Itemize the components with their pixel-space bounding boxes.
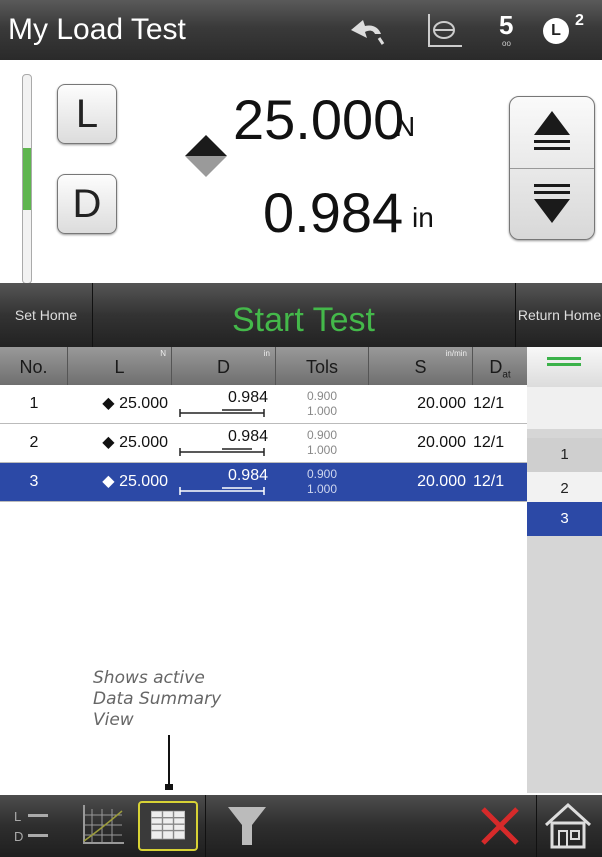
column-header-no[interactable]: No. [0, 347, 68, 385]
set-home-button[interactable]: Set Home [0, 283, 93, 347]
column-header-date[interactable]: Dat [473, 347, 527, 385]
table-row-selected[interactable]: 3 ◆ 25.000 0.984 0.900 1.000 20.000 12/1 [0, 463, 527, 502]
start-test-button[interactable]: Start Test [92, 283, 515, 347]
action-bar: Set Home Start Test Return Home [0, 283, 602, 347]
index-menu-button[interactable] [527, 347, 602, 387]
load-direction-icon: ◆ [102, 395, 115, 412]
tolerance-marker-icon [179, 409, 265, 417]
displacement-channel-button[interactable]: D [57, 174, 117, 234]
filter-icon[interactable] [222, 801, 272, 851]
bottom-toolbar: L D [0, 795, 602, 857]
load-direction-icon: ◆ [102, 473, 115, 490]
tolerance-marker-icon [179, 448, 265, 456]
index-item-selected[interactable]: 3 [527, 502, 602, 536]
ld-view-icon[interactable]: L D [10, 801, 66, 851]
title-bar: My Load Test 5 oo L 2 [0, 0, 602, 60]
jog-control [509, 96, 595, 240]
column-header-tols[interactable]: Tols [276, 347, 369, 385]
callout-pointer [165, 784, 173, 790]
load-unit: N [395, 111, 416, 142]
readout-panel: L D 25.000 N 0.984 in [0, 60, 602, 284]
speed-icon[interactable]: 5 oo [497, 10, 519, 48]
menu-icon [547, 357, 581, 369]
load-value: 25.000 [233, 88, 405, 151]
load-channel-button[interactable]: L [57, 84, 117, 144]
test-title: My Load Test [8, 13, 186, 46]
column-header-speed[interactable]: Sin/min [369, 347, 473, 385]
column-header-load[interactable]: LN [68, 347, 172, 385]
load-badge-icon[interactable]: L 2 [543, 12, 593, 48]
displacement-unit: in [412, 202, 434, 233]
undo-icon[interactable] [345, 12, 389, 48]
jog-up-icon[interactable] [510, 97, 594, 169]
jog-down-icon[interactable] [510, 168, 594, 239]
callout-text: Shows active Data Summary View [93, 668, 222, 730]
tolerance-marker-icon [179, 487, 265, 495]
load-direction-icon [185, 135, 227, 177]
svg-text:D: D [14, 829, 23, 844]
svg-text:L: L [14, 809, 21, 824]
home-icon[interactable] [542, 801, 594, 851]
index-item[interactable]: 2 [527, 472, 602, 506]
test-index-strip: 1 2 3 [527, 347, 602, 793]
h-plot-icon[interactable] [426, 12, 464, 48]
displacement-value: 0.984 [263, 181, 404, 244]
return-home-button[interactable]: Return Home [515, 283, 602, 347]
data-summary-icon[interactable] [138, 801, 198, 851]
load-direction-icon: ◆ [102, 434, 115, 451]
level-bar-fill [23, 148, 31, 210]
index-item[interactable]: 1 [527, 438, 602, 472]
chart-view-icon[interactable] [78, 801, 128, 851]
delete-icon[interactable] [475, 801, 525, 851]
level-bar [22, 74, 32, 284]
callout-line [168, 735, 170, 787]
